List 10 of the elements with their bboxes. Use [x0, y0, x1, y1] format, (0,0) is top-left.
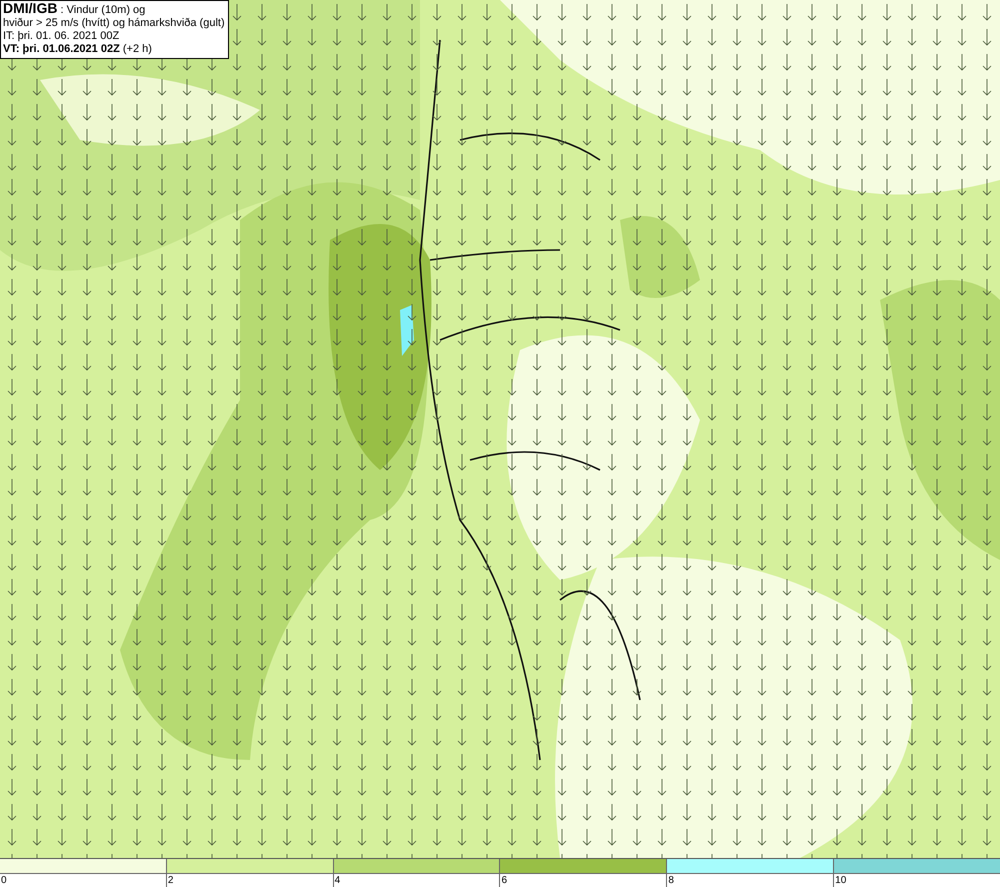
title-line: DMI/IGB : Vindur (10m) og: [3, 2, 146, 17]
legend-label: 10: [834, 874, 846, 887]
title-line: IT: þri. 01. 06. 2021 00Z: [3, 30, 120, 43]
legend-label: 8: [667, 874, 674, 887]
legend-label: 0: [0, 874, 7, 887]
legend-label: 2: [166, 874, 174, 887]
legend-label: 4: [334, 874, 340, 887]
title-line: VT: þri. 01.06.2021 02Z (+2 h): [3, 43, 153, 56]
title-line: hviður > 25 m/s (hvítt) og hámarkshviða (gult): [3, 17, 225, 30]
legend-label: 6: [500, 874, 508, 887]
